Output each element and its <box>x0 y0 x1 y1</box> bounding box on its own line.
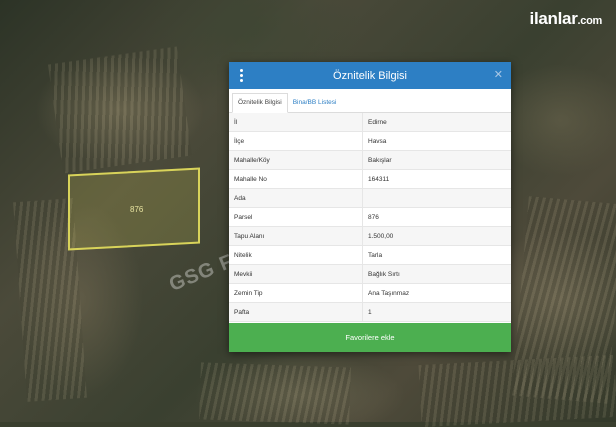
row-key: Ada <box>229 188 363 208</box>
row-key: İl <box>229 113 363 132</box>
row-key: Mahalle No <box>229 169 363 189</box>
table-row: Mevkii Bağlık Sırtı <box>229 264 511 284</box>
row-value: Edirne <box>362 113 511 132</box>
close-icon[interactable]: ✕ <box>494 68 503 81</box>
dialog-header: Öznitelik Bilgisi ✕ <box>229 62 511 89</box>
row-value: Ana Taşınmaz <box>362 283 511 303</box>
site-logo: ilanlar.com <box>529 9 603 28</box>
table-row: İl Edirne <box>229 113 511 132</box>
row-key: Tapu Alanı <box>229 226 363 246</box>
tab-attribute-info[interactable]: Öznitelik Bilgisi <box>232 93 288 113</box>
row-key: Mevkii <box>229 264 363 284</box>
row-value: 1.500,00 <box>362 226 511 246</box>
row-key: İlçe <box>229 131 363 151</box>
table-row: Nitelik Tarla <box>229 245 511 265</box>
add-to-favorites-button[interactable]: Favorilere ekle <box>229 323 511 352</box>
kebab-menu-icon[interactable] <box>239 69 243 82</box>
table-row: Mahalle/Köy Bakışlar <box>229 150 511 170</box>
row-key: Zemin Tip <box>229 283 363 303</box>
tab-building-list[interactable]: Bina/BB Listesi <box>288 94 342 112</box>
row-value: 1 <box>362 302 511 322</box>
row-key: Parsel <box>229 207 363 227</box>
row-value <box>362 188 511 208</box>
row-key: Mahalle/Köy <box>229 150 363 170</box>
row-value: Havsa <box>362 131 511 151</box>
attribute-info-dialog: Öznitelik Bilgisi ✕ Öznitelik Bilgisi Bi… <box>229 62 511 352</box>
table-row: İlçe Havsa <box>229 131 511 151</box>
table-row: Mahalle No 164311 <box>229 169 511 189</box>
row-key: Pafta <box>229 302 363 322</box>
parcel-label: 876 <box>130 205 144 214</box>
table-row: Ada <box>229 188 511 208</box>
table-row: Pafta 1 <box>229 302 511 322</box>
table-row: Parsel 876 <box>229 207 511 227</box>
row-value: Bakışlar <box>362 150 511 170</box>
row-value: Bağlık Sırtı <box>362 264 511 284</box>
row-value: 876 <box>362 207 511 227</box>
table-row: Tapu Alanı 1.500,00 <box>229 226 511 246</box>
dialog-tabs: Öznitelik Bilgisi Bina/BB Listesi <box>229 89 511 113</box>
row-key: Nitelik <box>229 245 363 265</box>
table-row: Zemin Tip Ana Taşınmaz <box>229 283 511 303</box>
attribute-table: İl Edirne İlçe Havsa Mahalle/Köy Bakışlar M… <box>229 113 511 322</box>
map-watermark: GSG F <box>166 250 237 296</box>
dialog-title: Öznitelik Bilgisi <box>333 69 407 82</box>
row-value: 164311 <box>362 169 511 189</box>
row-value: Tarla <box>362 245 511 265</box>
